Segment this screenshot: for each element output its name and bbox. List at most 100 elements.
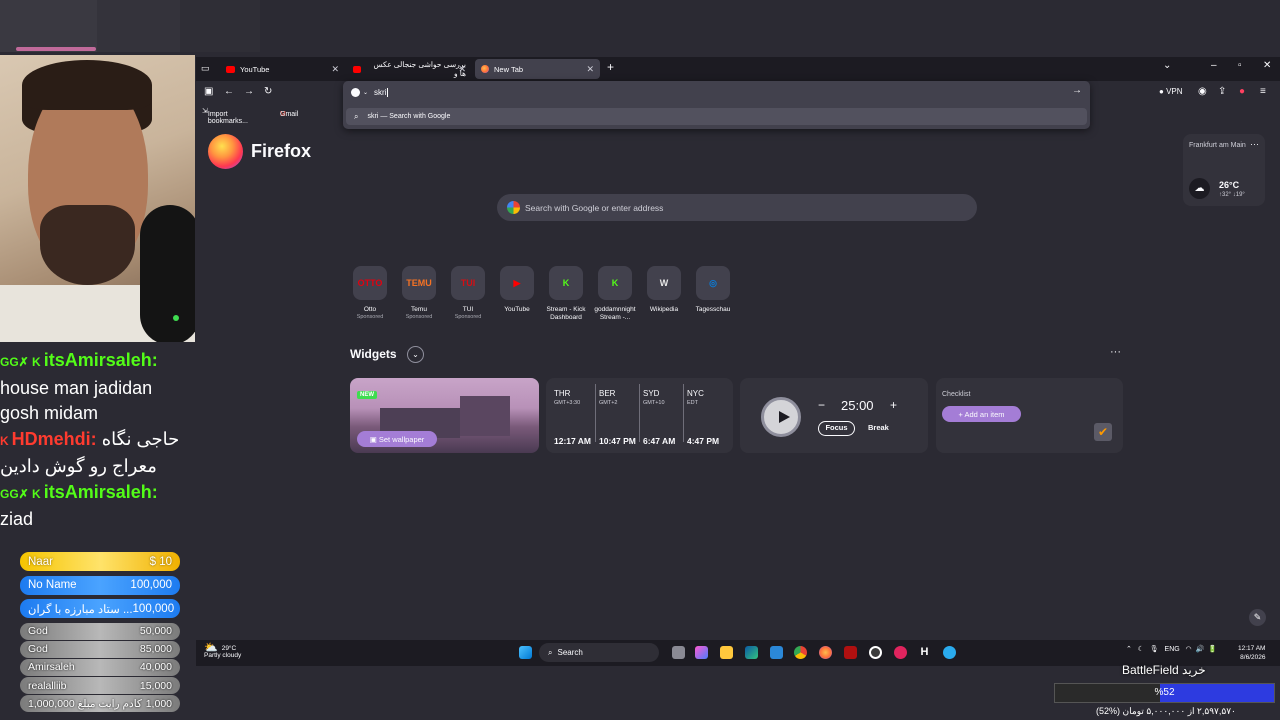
new-badge: NEW xyxy=(357,391,377,399)
back-icon[interactable]: ← xyxy=(224,86,234,97)
add-item-button[interactable]: + Add an item xyxy=(942,406,1021,422)
tab-video[interactable]: بررسی حواشی جنجالی عکس ها و ✕ xyxy=(347,59,472,79)
break-button[interactable]: Break xyxy=(868,423,889,432)
timer-minus-button[interactable]: − xyxy=(818,398,825,412)
chat-message: house man jadidan xyxy=(0,377,153,398)
url-input[interactable]: ⌄ skri xyxy=(343,81,1090,103)
play-icon[interactable] xyxy=(761,397,801,437)
tab-overview-icon[interactable]: ▭ xyxy=(201,63,210,74)
close-icon[interactable]: ✕ xyxy=(458,64,466,75)
top-site-2[interactable]: TUI TUI Sponsored xyxy=(445,266,491,320)
donor-name: God xyxy=(28,625,48,637)
kick-badge-icon: GG✗ K xyxy=(0,486,41,501)
firefox-icon xyxy=(481,65,489,73)
donation-leaderboard: Naar $ 10 No Name 100,000 ستاد مبارزه با گرا… xyxy=(20,552,180,713)
bookmark-label: Import bookmarks... xyxy=(207,111,248,125)
system-tray[interactable]: ⌃ ☾ 🎙 ENG ◠ 🔊 🔋 xyxy=(1126,645,1217,653)
taskbar-clock[interactable]: 12:17 AM 8/6/2026 xyxy=(1238,644,1265,662)
file-explorer-icon[interactable] xyxy=(720,646,733,659)
sidebar-icon[interactable]: ▣ xyxy=(204,86,213,97)
chat-message: gosh midam xyxy=(0,403,99,423)
top-site-label: TUI xyxy=(462,306,474,313)
weather-widget[interactable]: Frankfurt am Main ··· ☁ 26°C ↑32° ↓19° xyxy=(1183,134,1265,206)
top-site-3[interactable]: ▶ YouTube xyxy=(494,266,540,314)
app-icon[interactable] xyxy=(844,646,857,659)
chevron-down-icon[interactable]: ⌄ xyxy=(407,346,424,363)
tab-new-tab[interactable]: New Tab ✕ xyxy=(475,59,600,79)
vpn-button[interactable]: ● VPN xyxy=(1159,87,1183,96)
list-tabs-icon[interactable]: ⌄ xyxy=(1163,60,1171,71)
task-view-icon[interactable] xyxy=(672,646,685,659)
overlay-block xyxy=(180,0,260,52)
clock-1: BER GMT+2 10:47 PM xyxy=(595,378,643,453)
chevron-down-icon[interactable]: ⌄ xyxy=(363,89,368,96)
weather-city: Frankfurt am Main xyxy=(1189,142,1246,149)
windows-start-icon[interactable] xyxy=(519,646,532,659)
checklist-title: Checklist xyxy=(942,391,971,398)
telegram-icon[interactable] xyxy=(943,646,956,659)
widgets-heading: Widgets xyxy=(350,347,397,361)
donation-amount: $ 10 xyxy=(149,555,172,568)
clock-city: THR xyxy=(554,389,571,398)
restore-button[interactable]: ▫ xyxy=(1238,60,1242,71)
search-suggestion[interactable]: ⌕ skri — Search with Google xyxy=(346,108,1087,125)
chrome-icon[interactable] xyxy=(794,646,807,659)
tab-youtube[interactable]: YouTube ✕ xyxy=(220,59,345,79)
taskbar-search-label: Search xyxy=(557,648,583,657)
chat-message: GG✗ KitsAmirsaleh: xyxy=(0,480,195,508)
weather-menu-icon[interactable]: ··· xyxy=(1250,139,1259,149)
minimize-button[interactable]: – xyxy=(1211,60,1217,71)
kick-badge-icon: K xyxy=(0,433,9,448)
timer-plus-button[interactable]: + xyxy=(890,398,897,412)
google-icon xyxy=(507,201,520,214)
go-arrow-icon[interactable]: → xyxy=(1072,85,1082,96)
weather-temp: 26°C xyxy=(1219,180,1240,190)
widgets-menu-icon[interactable]: ··· xyxy=(1110,346,1121,358)
obs-icon[interactable] xyxy=(869,646,882,659)
focus-button[interactable]: Focus xyxy=(818,421,855,436)
edit-pencil-icon[interactable]: ✎ xyxy=(1249,609,1266,626)
text-cursor xyxy=(387,87,389,97)
edge-icon[interactable] xyxy=(745,646,758,659)
extensions-icon[interactable]: ⇪ xyxy=(1218,86,1226,97)
overlay-progress-bar xyxy=(16,47,96,51)
top-site-6[interactable]: W Wikipedia xyxy=(641,266,687,314)
account-icon[interactable]: ◉ xyxy=(1198,86,1207,97)
forward-icon[interactable]: → xyxy=(244,86,254,97)
top-site-5[interactable]: Kgoddamnnight Stream -... xyxy=(592,266,638,322)
clock-divider xyxy=(683,384,684,442)
wallpaper-widget: NEW ▣ Set wallpaper xyxy=(350,378,539,453)
sponsored-label: Sponsored xyxy=(405,314,433,320)
app-icon[interactable] xyxy=(894,646,907,659)
set-wallpaper-button[interactable]: ▣ Set wallpaper xyxy=(357,431,437,447)
firefox-taskbar-icon[interactable] xyxy=(819,646,832,659)
app-h-icon[interactable]: H xyxy=(918,646,931,659)
copilot-icon[interactable] xyxy=(695,646,708,659)
donation-amount: 50,000 xyxy=(139,625,172,637)
firefox-window: ▭ YouTube ✕ بررسی حواشی جنجالی عکس ها و ✕ … xyxy=(196,57,1280,640)
top-site-7[interactable]: ◎ Tagesschau xyxy=(690,266,736,314)
menu-icon[interactable]: ≡ xyxy=(1260,86,1266,97)
taskbar-weather-desc: Partly cloudy xyxy=(204,652,242,659)
reload-icon[interactable]: ↻ xyxy=(264,86,272,97)
page-search-input[interactable]: Search with Google or enter address xyxy=(497,194,977,221)
chat-username: itsAmirsaleh: xyxy=(43,481,158,502)
top-site-4[interactable]: K Stream - Kick Dashboard xyxy=(543,266,589,322)
ublock-icon[interactable]: ● xyxy=(1239,86,1245,97)
top-site-1[interactable]: TEMU Temu Sponsored xyxy=(396,266,442,320)
store-icon[interactable] xyxy=(770,646,783,659)
top-site-0[interactable]: OTTO Otto Sponsored xyxy=(347,266,393,320)
new-tab-button[interactable]: + xyxy=(607,60,614,74)
checklist-widget: Checklist + Add an item ✔ xyxy=(936,378,1123,453)
close-window-button[interactable]: ✕ xyxy=(1263,60,1271,71)
donation-row: Naar $ 10 xyxy=(20,552,180,571)
search-engine-icon[interactable] xyxy=(351,87,360,97)
close-icon[interactable]: ✕ xyxy=(331,64,339,75)
bookmark-import[interactable]: ⇲ Import bookmarks... xyxy=(202,107,248,125)
chat-username: HDmehdi: xyxy=(11,428,97,449)
donor-name: Amirsaleh xyxy=(28,661,75,674)
wallpaper-bridge xyxy=(460,396,510,436)
close-icon[interactable]: ✕ xyxy=(586,64,594,75)
taskbar-weather[interactable]: ⛅ 29°C Partly cloudy xyxy=(204,643,242,660)
taskbar-search[interactable]: ⌕ Search xyxy=(539,643,659,662)
